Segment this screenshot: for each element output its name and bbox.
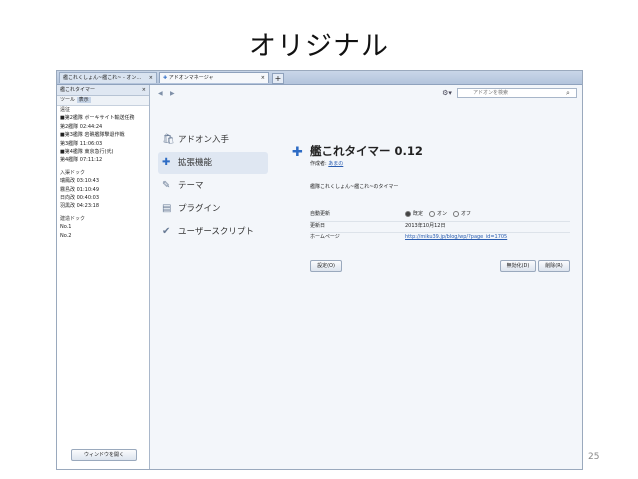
- category-label: ユーザースクリプト: [178, 227, 254, 237]
- category-label: プラグイン: [178, 204, 221, 214]
- browser-window: 艦これくしょん~艦これ~ - オン… × ✚ アドオンマネージャ × + 艦これ…: [56, 70, 583, 470]
- radio-icon: [429, 210, 436, 217]
- radio-label: 既定: [413, 211, 424, 217]
- sidebar-tab-tool[interactable]: ツール: [60, 97, 75, 103]
- timer-entry: 第3艦隊 11:06:03: [60, 140, 103, 147]
- timer-entry: 第4艦隊 07:11:12: [60, 157, 103, 164]
- homepage-row: ホームページ http://miku39.jp/blog/wp/?page_id…: [310, 232, 570, 242]
- auto-update-radio[interactable]: オフ: [453, 210, 471, 219]
- auto-update-label: 自動更新: [310, 211, 331, 217]
- remove-button[interactable]: 削除(R): [538, 260, 570, 272]
- tab-label: 艦これくしょん~艦これ~ - オン…: [63, 75, 142, 81]
- timer-entry: 第2艦隊 02:44:24: [60, 123, 103, 130]
- slide-title: オリジナル: [249, 31, 389, 62]
- new-tab-button[interactable]: +: [272, 73, 284, 84]
- forward-arrow-icon[interactable]: ▶: [170, 90, 175, 97]
- category-item[interactable]: 🛍 アドオン入手: [158, 129, 268, 151]
- open-window-button[interactable]: ウィンドウを開く: [71, 449, 137, 461]
- settings-button[interactable]: 設定(O): [310, 260, 342, 272]
- homepage-label: ホームページ: [310, 234, 340, 240]
- category-item[interactable]: ▤ プラグイン: [158, 198, 268, 220]
- section-heading: 入渠ドック: [60, 169, 86, 176]
- timer-entry: No.1: [60, 224, 72, 231]
- sidebar-title: 艦これタイマー: [60, 87, 96, 93]
- addon-description: 艦隊これくしょん~艦これ~のタイマー: [310, 184, 399, 190]
- section-heading: 建造ドック: [60, 215, 86, 222]
- close-icon[interactable]: ×: [142, 85, 146, 95]
- puzzle-icon: ✚: [163, 75, 168, 81]
- plugins-icon: ▤: [162, 203, 172, 214]
- search-input[interactable]: [457, 88, 577, 98]
- back-arrow-icon[interactable]: ◀: [158, 90, 163, 97]
- addon-name: 艦これタイマー 0.12: [310, 144, 423, 158]
- timer-entry: No.2: [60, 232, 72, 239]
- search-icon[interactable]: ⌕: [566, 89, 570, 98]
- radio-icon: [453, 210, 460, 217]
- updated-value: 2013年10月12日: [405, 223, 446, 229]
- auto-update-radio[interactable]: オン: [429, 210, 447, 219]
- sidebar-tabs: ツール 表示: [57, 96, 149, 106]
- timer-entry: 瑞鳳改 03:10:43: [60, 178, 100, 185]
- author-link[interactable]: あまの: [328, 161, 343, 167]
- extensions-icon: ✚: [162, 157, 171, 168]
- gear-icon[interactable]: ⚙▾: [440, 89, 454, 98]
- tab-bar: 艦これくしょん~艦これ~ - オン… × ✚ アドオンマネージャ × +: [57, 71, 582, 85]
- category-label: テーマ: [178, 181, 204, 191]
- timer-entry: 霧島改 01:10:49: [60, 186, 100, 193]
- timer-entry: ■第2艦隊 ボーキサイト輸送任務: [60, 115, 135, 122]
- addon-toolbar: ◀ ▶ ⚙▾ ⌕: [150, 85, 582, 103]
- category-item[interactable]: ✎ テーマ: [158, 175, 268, 197]
- updated-row: 更新日 2013年10月12日: [310, 221, 570, 231]
- sidebar-header: 艦これタイマー ×: [57, 85, 149, 96]
- category-list: 🛍 アドオン入手 ✚ 拡張機能 ✎ テーマ ▤ プラグイン ✔ ユーザースクリプト: [158, 129, 268, 244]
- category-item[interactable]: ✔ ユーザースクリプト: [158, 221, 268, 243]
- addon-manager: ◀ ▶ ⚙▾ ⌕ 🛍アドオン入手 ✚ 拡張機能 ✎ テーマ ▤ プラグイン ✔ ユーザースクリプ…: [150, 85, 582, 469]
- auto-update-row: 自動更新 既定 オン オフ: [310, 210, 570, 219]
- sidebar-tab-view[interactable]: 表示: [76, 97, 91, 103]
- updated-label: 更新日: [310, 223, 326, 229]
- radio-label: オフ: [461, 211, 472, 217]
- author-label: 作成者:: [310, 161, 327, 167]
- timer-entry: 日向改 00:40:03: [60, 195, 100, 202]
- close-icon[interactable]: ×: [261, 73, 265, 83]
- tab-kancolle[interactable]: 艦これくしょん~艦これ~ - オン… ×: [59, 72, 157, 83]
- themes-icon: ✎: [162, 180, 171, 191]
- get-addons-icon: 🛍: [162, 134, 175, 145]
- radio-label: オン: [437, 211, 448, 217]
- homepage-link[interactable]: http://miku39.jp/blog/wp/?page_id=1705: [405, 233, 507, 242]
- page-number: 25: [588, 452, 600, 462]
- radio-icon: [405, 210, 411, 217]
- timer-entry: ■第3艦隊 岩礁艦隊撃退作戦: [60, 132, 125, 139]
- timer-entry: ■第4艦隊 東京急行(弐): [60, 149, 114, 156]
- category-item[interactable]: ✚ 拡張機能: [158, 152, 268, 174]
- timer-entry: 羽黒改 04:23:18: [60, 203, 100, 210]
- sidebar: 艦これタイマー × ツール 表示 遠征 ■第2艦隊 ボーキサイト輸送任務 第2艦隊 …: [57, 85, 150, 469]
- category-label: アドオン入手: [178, 135, 230, 145]
- userscripts-icon: ✔: [162, 226, 171, 237]
- addon-detail: ✚ 艦これタイマー 0.12 作成者: あまの 艦隊これくしょん~艦これ~のタイ…: [278, 133, 574, 463]
- puzzle-icon: ✚: [292, 145, 303, 160]
- category-label: 拡張機能: [178, 158, 213, 168]
- disable-button[interactable]: 無効化(D): [500, 260, 536, 272]
- section-heading: 遠征: [60, 107, 71, 113]
- auto-update-radio[interactable]: 既定: [405, 210, 423, 219]
- addon-author: 作成者: あまの: [310, 160, 343, 167]
- auto-update-options: 既定 オン オフ: [405, 210, 477, 219]
- tab-addon-manager[interactable]: ✚ アドオンマネージャ ×: [159, 72, 269, 83]
- timer-list: 遠征 ■第2艦隊 ボーキサイト輸送任務 第2艦隊 02:44:24 ■第3艦隊 岩礁艦…: [57, 106, 149, 240]
- tab-label: アドオンマネージャ: [168, 75, 214, 81]
- close-icon[interactable]: ×: [149, 73, 153, 83]
